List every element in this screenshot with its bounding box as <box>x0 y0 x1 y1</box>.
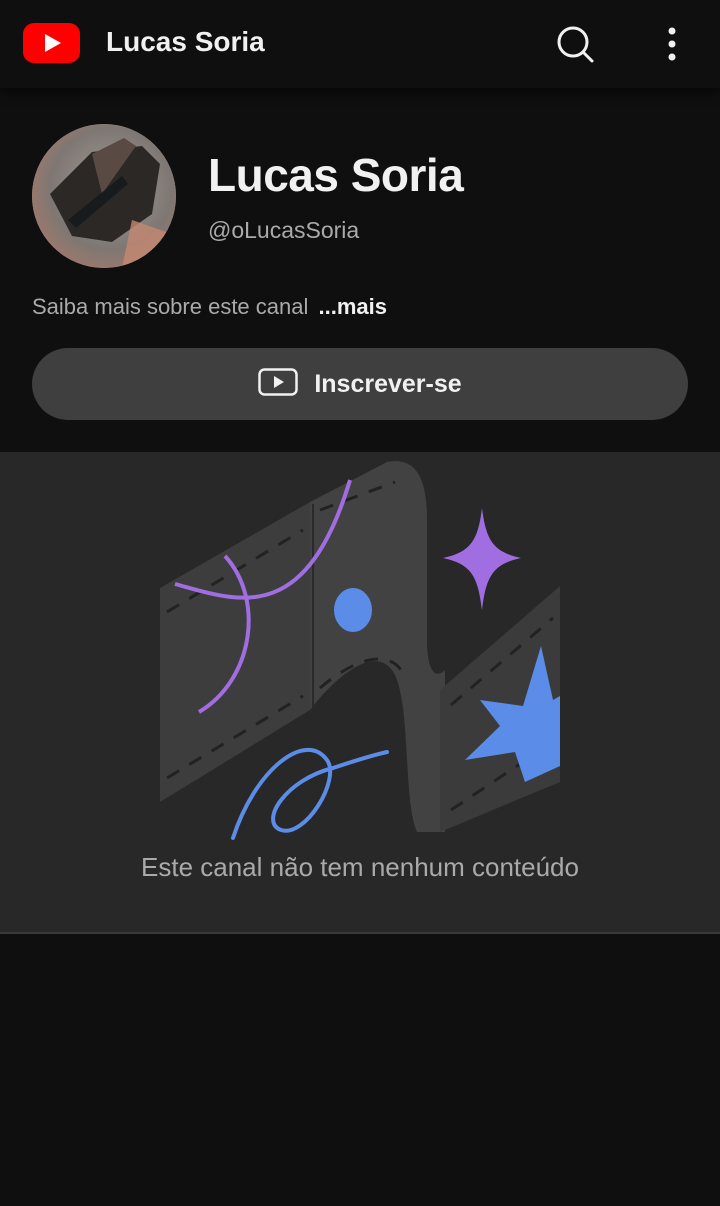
channel-handle: @oLucasSoria <box>208 217 360 243</box>
top-app-bar: Lucas Soria <box>0 0 720 88</box>
channel-about[interactable]: Saiba mais sobre este canal ...mais <box>32 294 387 320</box>
more-vert-icon[interactable] <box>648 20 696 68</box>
play-box-icon <box>258 367 299 401</box>
search-icon[interactable] <box>551 20 599 68</box>
about-text: Saiba mais sobre este canal <box>32 294 309 319</box>
channel-avatar[interactable] <box>32 124 176 268</box>
about-more-link[interactable]: ...mais <box>319 294 387 319</box>
topbar-title: Lucas Soria <box>106 26 265 57</box>
subscribe-label: Inscrever-se <box>314 369 462 398</box>
subscribe-button[interactable]: Inscrever-se <box>32 348 688 420</box>
channel-name: Lucas Soria <box>208 149 464 201</box>
empty-content-panel: Este canal não tem nenhum conteúdo <box>0 452 720 934</box>
youtube-logo-icon[interactable] <box>23 23 80 63</box>
empty-state-message: Este canal não tem nenhum conteúdo <box>141 852 579 882</box>
empty-channel-illustration-icon <box>155 460 565 842</box>
